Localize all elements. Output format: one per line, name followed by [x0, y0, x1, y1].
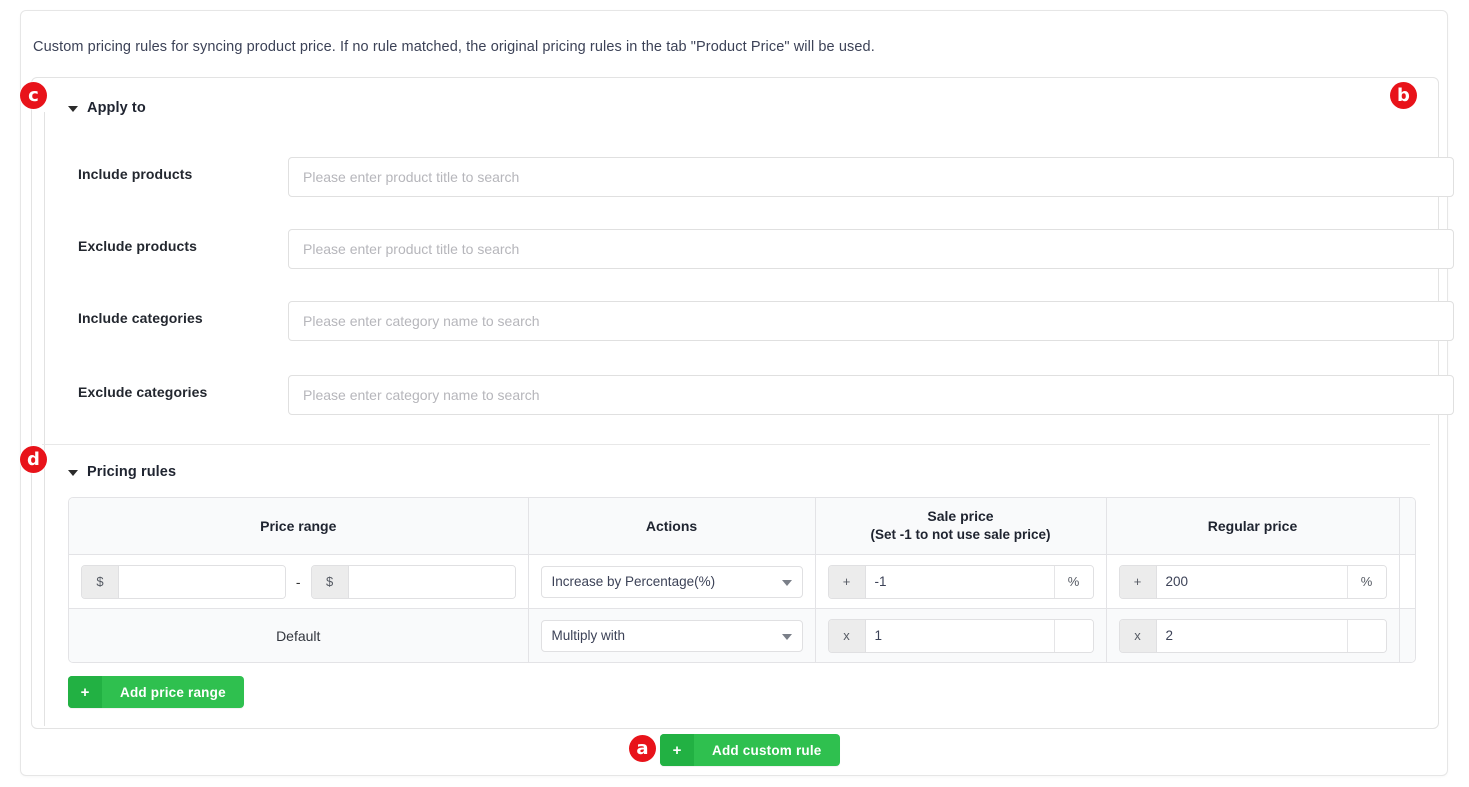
percent-icon: % [1053, 565, 1093, 598]
field-row-exclude-categories: Exclude categories [32, 375, 1454, 415]
caret-down-icon[interactable] [68, 470, 78, 476]
include-products-input[interactable] [288, 157, 1454, 197]
default-sale-price-wrap: x [816, 618, 1106, 653]
percent-icon: % [1346, 565, 1386, 598]
default-regular-price-wrap: x [1107, 618, 1399, 653]
action-select[interactable]: Increase by Percentage(%) [540, 565, 803, 598]
price-range-min-input[interactable] [119, 565, 285, 598]
field-label-exclude-categories: Exclude categories [78, 384, 208, 400]
column-header-sale-price-label: Sale price [927, 508, 994, 525]
exclude-categories-input[interactable] [288, 375, 1454, 415]
annotation-badge-c: c [20, 82, 47, 109]
chevron-down-icon[interactable] [781, 579, 792, 586]
field-row-exclude-products: Exclude products [32, 229, 1454, 269]
column-header-blank [1399, 498, 1415, 555]
custom-rule-card: Apply to Include products Exclude produ [31, 77, 1454, 729]
pricing-rules-page: Custom pricing rules for syncing product… [0, 0, 1469, 787]
add-price-range-label: Add price range [120, 684, 226, 700]
field-row-include-categories: Include categories [32, 301, 1454, 341]
cell-sale-price: + % [815, 554, 1107, 609]
plus-icon: + [660, 734, 694, 766]
annotation-badge-b: b [1390, 82, 1417, 109]
apply-to-header[interactable]: Apply to [68, 94, 146, 122]
pricing-rules-header[interactable]: Pricing rules [68, 458, 176, 486]
cell-regular-price: x [1106, 608, 1400, 662]
include-categories-input[interactable] [288, 301, 1454, 341]
add-price-range-button[interactable]: + Add price range [68, 676, 244, 708]
dollar-icon: $ [311, 565, 349, 598]
column-header-price-range: Price range [69, 498, 529, 555]
column-header-sale-price: Sale price (Set -1 to not use sale price… [815, 498, 1107, 555]
plus-icon: + [68, 676, 102, 708]
price-range-max-input[interactable] [348, 565, 515, 598]
default-action-select-value: Multiply with [551, 628, 626, 643]
sale-price-wrap: + % [816, 564, 1106, 599]
regular-price-input[interactable] [1156, 565, 1347, 598]
field-label-include-categories: Include categories [78, 310, 203, 326]
field-row-include-products: Include products [32, 157, 1454, 197]
apply-to-title: Apply to [87, 100, 146, 116]
cell-row-actions [1399, 608, 1415, 662]
add-custom-rule-label: Add custom rule [712, 742, 822, 758]
table-row: Default Multiply with x 1 x 2 [69, 608, 1415, 662]
price-range-min-group[interactable]: $ [81, 564, 286, 599]
default-action-select[interactable]: Multiply with [540, 619, 803, 652]
sale-price-group[interactable]: + % [827, 564, 1094, 599]
suffix-addon [1346, 619, 1386, 652]
default-row-label: Default [276, 627, 321, 644]
multiply-operator-icon: x [828, 619, 866, 652]
cell-price-range: $ - $ [69, 554, 529, 609]
regular-price-group[interactable]: + % [1118, 564, 1387, 599]
column-header-regular-price: Regular price [1106, 498, 1400, 555]
suffix-addon [1053, 619, 1093, 652]
intro-description: Custom pricing rules for syncing product… [33, 39, 875, 55]
price-range-group: $ - $ [69, 564, 528, 599]
chevron-down-icon[interactable] [781, 633, 792, 640]
plus-operator-icon: + [1119, 565, 1157, 598]
annotation-badge-d: d [20, 446, 47, 473]
caret-down-icon[interactable] [68, 106, 78, 112]
field-label-include-products: Include products [78, 166, 193, 182]
pricing-rules-title: Pricing rules [87, 464, 177, 480]
regular-price-wrap: + % [1107, 564, 1399, 599]
add-custom-rule-button[interactable]: + Add custom rule [660, 734, 840, 766]
cell-action: Increase by Percentage(%) [528, 554, 816, 609]
multiply-operator-icon: x [1119, 619, 1157, 652]
section-divider [42, 444, 1430, 445]
table-row: $ - $ Increase by Percentage(%) + -1 % +… [69, 554, 1415, 609]
cell-row-actions [1399, 554, 1415, 609]
default-regular-price-input[interactable] [1156, 619, 1347, 652]
exclude-products-input[interactable] [288, 229, 1454, 269]
default-action-select-wrap: Multiply with [529, 619, 815, 652]
column-header-sale-price-sublabel: (Set -1 to not use sale price) [870, 527, 1051, 543]
field-label-exclude-products: Exclude products [78, 238, 198, 254]
outer-card: Custom pricing rules for syncing product… [20, 10, 1454, 776]
action-select-value: Increase by Percentage(%) [551, 574, 716, 589]
sale-price-input[interactable] [865, 565, 1054, 598]
cell-regular-price: + % [1106, 554, 1400, 609]
column-header-regular-price-label: Regular price [1207, 517, 1298, 534]
dollar-icon: $ [82, 565, 119, 598]
price-range-separator: - [295, 573, 301, 590]
action-select-wrap: Increase by Percentage(%) [529, 565, 815, 598]
cell-default-label: Default [69, 608, 529, 662]
column-header-actions-label: Actions [645, 517, 698, 534]
default-sale-price-group[interactable]: x [827, 618, 1094, 653]
annotation-badge-a: a [629, 735, 656, 762]
table-header-row: Price range Actions Sale price (Set -1 t… [69, 498, 1415, 555]
plus-operator-icon: + [828, 565, 866, 598]
column-header-price-range-label: Price range [260, 517, 337, 534]
cell-sale-price: x [815, 608, 1107, 662]
price-range-max-group[interactable]: $ [310, 564, 516, 599]
default-regular-price-group[interactable]: x [1118, 618, 1387, 653]
pricing-rules-guide-line [44, 476, 45, 726]
pricing-rules-table: Price range Actions Sale price (Set -1 t… [68, 497, 1416, 663]
cell-action: Multiply with [528, 608, 816, 662]
column-header-actions: Actions [528, 498, 816, 555]
default-sale-price-input[interactable] [865, 619, 1054, 652]
